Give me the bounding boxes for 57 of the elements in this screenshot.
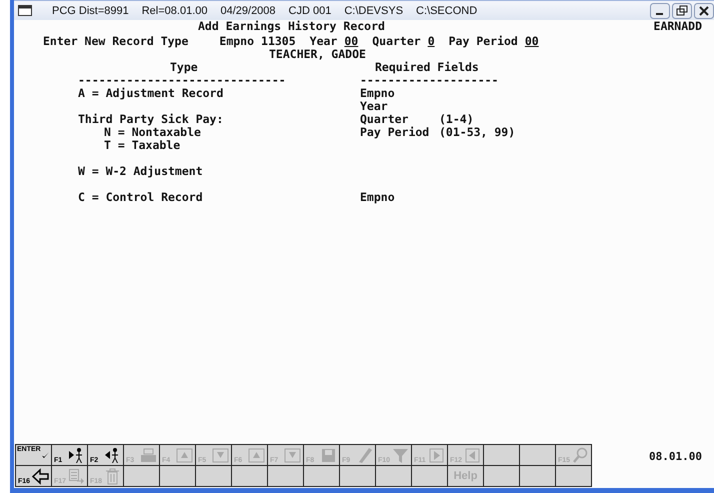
close-button[interactable] bbox=[694, 2, 714, 18]
field-value[interactable]: 00 bbox=[344, 35, 358, 48]
back-arrow-icon bbox=[32, 468, 49, 485]
employee-name: TEACHER, GADOE bbox=[269, 48, 366, 61]
page-down-icon bbox=[284, 448, 300, 462]
field-label: Empno bbox=[219, 35, 254, 48]
prompt-label: Enter New Record Type bbox=[43, 35, 188, 48]
window-title: PCG Dist=8991 bbox=[52, 4, 129, 16]
window-title: CJD 001 bbox=[288, 4, 332, 16]
column-header: Required Fields bbox=[374, 61, 479, 74]
page-down-icon bbox=[212, 448, 228, 462]
minimize-button[interactable] bbox=[650, 2, 670, 18]
screen-code: EARNADD bbox=[654, 20, 702, 33]
screen-title: Add Earnings History Record bbox=[198, 20, 385, 33]
field-value[interactable]: 0 bbox=[428, 35, 435, 48]
record-type: Third Party Sick Pay: bbox=[78, 113, 224, 126]
field-range: (1-4) bbox=[439, 113, 474, 126]
header-rule: -------------------- bbox=[360, 74, 498, 87]
save-icon bbox=[322, 449, 335, 462]
pencil-icon bbox=[359, 448, 372, 463]
required-field: Pay Period bbox=[360, 126, 439, 139]
window-title: Rel=08.01.00 bbox=[142, 4, 208, 16]
window-title: C:\SECOND bbox=[416, 4, 478, 16]
record-type: W = W-2 Adjustment bbox=[78, 165, 203, 178]
window-title: 04/29/2008 bbox=[220, 4, 276, 16]
printer-icon bbox=[141, 448, 156, 462]
page-up-icon bbox=[248, 448, 264, 462]
field-label: Quarter bbox=[372, 35, 421, 48]
field-range: (01-53, 99) bbox=[439, 126, 516, 139]
export-icon bbox=[69, 469, 84, 484]
previous-icon bbox=[466, 448, 480, 462]
required-field: Year bbox=[360, 100, 439, 113]
field-label: Year bbox=[310, 35, 338, 48]
window-title: C:\DEVSYS bbox=[344, 4, 404, 16]
record-type: T = Taxable bbox=[104, 139, 180, 152]
required-field: Empno bbox=[360, 191, 439, 204]
check-icon bbox=[42, 452, 49, 458]
required-field: Quarter bbox=[360, 113, 439, 126]
walking-figure-icon bbox=[69, 448, 82, 463]
walking-figure-icon bbox=[105, 448, 118, 463]
field-value[interactable]: 11305 bbox=[261, 35, 296, 48]
header-rule: ------------------------------ bbox=[78, 74, 287, 87]
window-menu-icon[interactable] bbox=[18, 5, 32, 16]
field-label: Pay Period bbox=[448, 35, 518, 48]
restore-button[interactable] bbox=[672, 2, 692, 18]
record-type: N = Nontaxable bbox=[104, 126, 201, 139]
search-icon bbox=[573, 448, 588, 463]
column-header: Type bbox=[169, 61, 199, 74]
page-up-icon bbox=[176, 448, 192, 462]
next-icon bbox=[430, 448, 444, 462]
record-type: A = Adjustment Record bbox=[78, 87, 224, 100]
field-value[interactable]: 00 bbox=[524, 35, 539, 48]
record-type: C = Control Record bbox=[78, 191, 203, 204]
filter-icon bbox=[393, 449, 408, 463]
version-label: 08.01.00 bbox=[649, 450, 702, 463]
trash-icon bbox=[106, 468, 120, 484]
required-field: Empno bbox=[360, 87, 439, 100]
